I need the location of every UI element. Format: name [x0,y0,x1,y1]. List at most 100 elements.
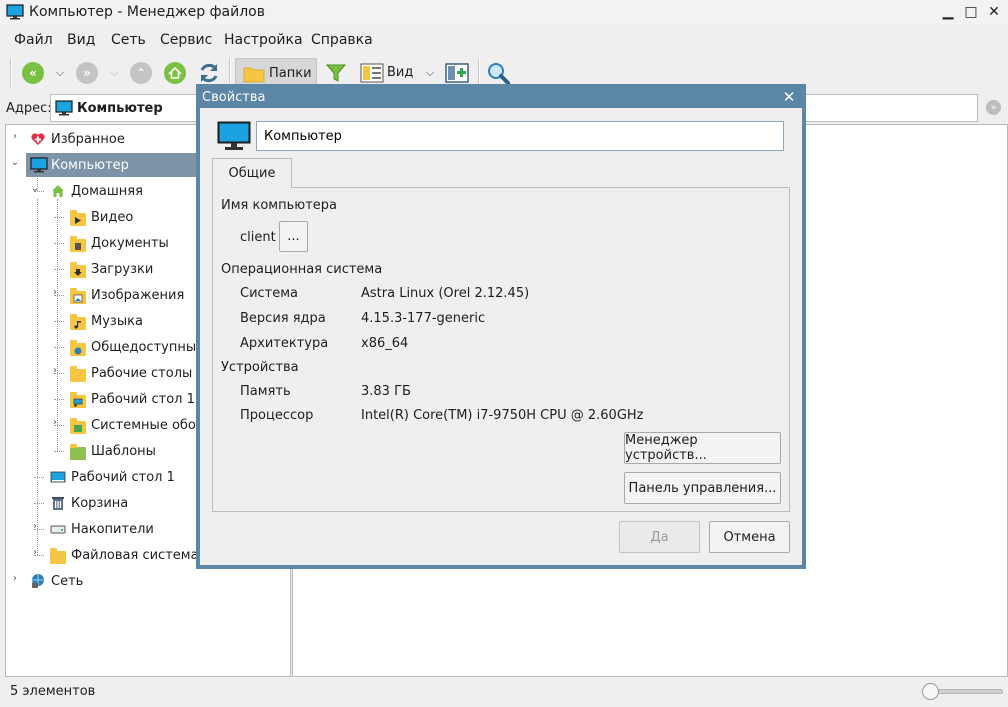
tree-item[interactable]: Общедоступные [66,335,210,359]
tree-item[interactable]: Сеть [26,569,89,593]
menu-view[interactable]: Вид [67,32,95,48]
menu-service[interactable]: Сервис [160,32,212,48]
up-button[interactable]: ⌃ [130,62,152,84]
folder-pictures-icon [70,287,86,304]
folder-desktop-icon [70,391,86,408]
device-manager-button[interactable]: Менеджер устройств... [624,432,781,464]
tree-item-label: Рабочие столы [91,365,193,381]
tree-item[interactable]: Шаблоны [66,439,162,463]
tree-item[interactable]: Системные обои [66,413,210,437]
expand-icon[interactable]: › [10,131,20,142]
collapse-icon[interactable]: ⌄ [30,183,40,194]
folder-templates-icon [70,443,86,460]
folder-icon [70,365,86,382]
tree-item-label: Накопители [71,521,154,537]
expand-icon[interactable]: › [50,417,60,428]
control-panel-button[interactable]: Панель управления... [624,472,781,504]
devices-section-label: Устройства [221,360,299,375]
trash-icon [50,495,66,511]
tree-guide-line [54,243,64,244]
tree-item[interactable]: Видео [66,205,139,229]
folder-video-icon [70,209,86,226]
tree-item[interactable]: Домашняя [46,179,149,203]
address-label: Адрес: [6,101,52,116]
home-icon [50,183,66,199]
tree-item-label: Видео [91,209,134,225]
menu-file[interactable]: Файл [14,32,53,48]
dialog-body: Общие Имя компьютера client ... Операцио… [200,108,802,565]
tree-item-label: Музыка [91,313,143,329]
desktop-icon [50,469,66,485]
tree-item[interactable]: Корзина [46,491,134,515]
window-title: Компьютер - Менеджер файлов [29,4,265,20]
monitor-icon [55,100,73,116]
toolbar-handle [10,58,12,88]
folder-public-icon [70,339,86,356]
menu-network[interactable]: Сеть [111,32,146,48]
view-mode-icon[interactable] [360,63,384,83]
tree-item-label: Загрузки [91,261,154,277]
ok-button[interactable]: Да [619,521,700,553]
folder-icon [243,67,265,83]
dialog-close-icon[interactable]: ✕ [780,88,798,106]
maximize-button[interactable]: □ [962,3,980,21]
home-button[interactable] [164,62,186,84]
os-system-key: Система [240,286,299,301]
tree-item-label: Рабочий стол 1 [71,469,175,485]
tree-item-label: Шаблоны [91,443,156,459]
tree-item[interactable]: Избранное [26,127,131,151]
collapse-icon[interactable]: ⌄ [10,157,20,168]
tree-item[interactable]: Рабочие столы [66,361,198,385]
chevron-down-icon[interactable]: ⌵ [424,66,436,79]
monitor-icon [30,157,48,173]
tree-guide-line [54,321,64,322]
properties-dialog: Свойства ✕ Общие Имя компьютера client .… [196,84,806,569]
tree-item[interactable]: Накопители [46,517,160,541]
tree-item[interactable]: Изображения [66,283,190,307]
tree-item-label: Сеть [51,573,84,589]
tab-general[interactable]: Общие [212,158,292,188]
cancel-button[interactable]: Отмена [709,521,790,553]
expand-icon[interactable]: › [30,521,40,532]
tree-item[interactable]: Музыка [66,309,149,333]
new-tab-icon[interactable] [445,62,469,84]
zoom-slider-handle[interactable] [922,683,939,700]
processor-value: Intel(R) Core(TM) i7-9750H CPU @ 2.60GHz [361,408,644,423]
view-button-label[interactable]: Вид [387,65,413,80]
tree-item-label: Системные обои [91,417,205,433]
tree-item[interactable]: Рабочий стол 1 [46,465,181,489]
close-button[interactable]: ✕ [985,3,1003,21]
tree-item-label: Рабочий стол 1 [91,391,195,407]
filter-icon[interactable] [325,62,347,84]
back-button[interactable]: « [22,62,44,84]
status-text: 5 элементов [10,684,96,699]
tree-item[interactable]: Загрузки [66,257,159,281]
expand-icon[interactable]: › [10,573,20,584]
forward-button[interactable]: » [76,62,98,84]
monitor-icon [217,121,251,150]
home-icon [168,66,182,79]
rename-computer-button[interactable]: ... [279,221,308,252]
folder-downloads-icon [70,261,86,278]
heart-icon [30,131,46,147]
tree-guide-line [34,477,44,478]
tree-item[interactable]: Рабочий стол 1 [66,387,201,411]
go-icon[interactable]: » [986,100,1001,115]
expand-icon[interactable]: › [50,287,60,298]
menu-settings[interactable]: Настройка [224,32,303,48]
expand-icon[interactable]: › [30,547,40,558]
menu-help[interactable]: Справка [311,32,373,48]
os-section-label: Операционная система [221,262,383,277]
name-input[interactable] [256,121,784,151]
search-icon[interactable] [486,61,510,85]
chevron-down-icon[interactable]: ⌵ [54,66,66,79]
folder-wallpapers-icon [70,417,86,434]
chevron-down-icon[interactable]: ⌵ [108,66,120,79]
minimize-button[interactable]: ▁ [939,3,957,21]
tree-item[interactable]: Файловая система [46,543,205,567]
refresh-icon[interactable] [197,61,221,85]
folder-music-icon [70,313,86,330]
computer-name-label: Имя компьютера [221,198,337,213]
expand-icon[interactable]: › [50,365,60,376]
tree-item[interactable]: Документы [66,231,175,255]
